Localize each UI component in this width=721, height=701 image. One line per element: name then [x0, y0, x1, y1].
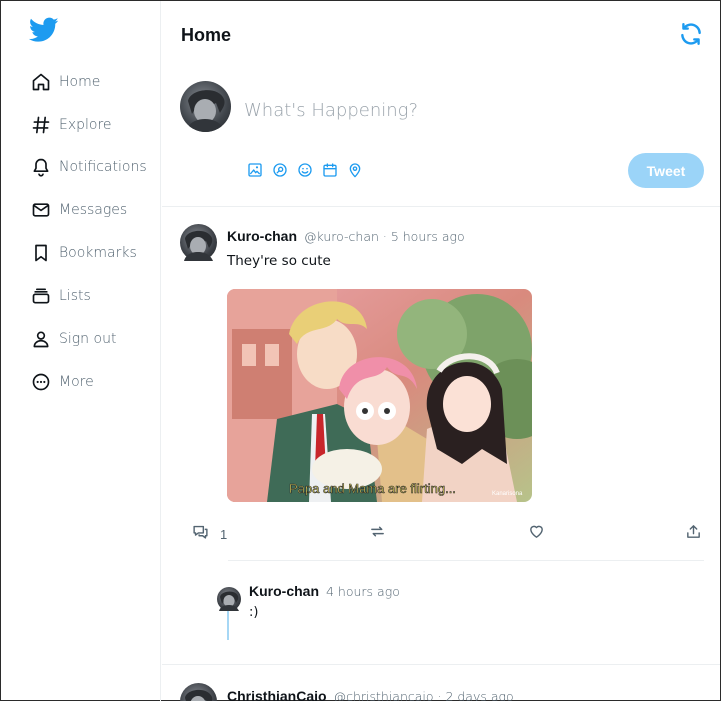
- compose-box: Tweet: [162, 71, 720, 207]
- sidebar-item-label: Lists: [59, 288, 91, 304]
- location-icon[interactable]: [347, 162, 363, 178]
- reply-author-name[interactable]: Kuro-chan: [249, 583, 319, 599]
- author-handle-time: @christhiancaio · 2 days ago: [333, 689, 514, 701]
- thread-line: [227, 607, 229, 640]
- home-icon: [31, 72, 51, 92]
- tweet-button[interactable]: Tweet: [628, 153, 704, 188]
- avatar[interactable]: [180, 224, 217, 261]
- refresh-icon[interactable]: [678, 21, 704, 47]
- hashtag-icon: [31, 115, 51, 135]
- tweet[interactable]: Kuro-chan @kuro-chan · 5 hours ago They'…: [162, 207, 720, 665]
- sidebar-item-explore[interactable]: Explore: [31, 113, 112, 137]
- image-caption: Papa and Mama are flirting...: [289, 481, 456, 496]
- avatar: [180, 81, 231, 132]
- sidebar: Home Explore Notifications Messages Book…: [1, 1, 161, 701]
- sidebar-item-label: Home: [59, 74, 101, 90]
- share-icon: [685, 523, 702, 545]
- sidebar-item-home[interactable]: Home: [31, 70, 100, 94]
- sidebar-item-label: Explore: [59, 117, 112, 133]
- compose-input[interactable]: [244, 96, 604, 124]
- user-icon: [31, 329, 51, 349]
- retweet-icon: [369, 523, 386, 545]
- sidebar-item-label: Bookmarks: [59, 245, 137, 261]
- sidebar-item-more[interactable]: More: [31, 370, 94, 394]
- gif-search-icon[interactable]: [272, 162, 288, 178]
- bookmark-icon: [31, 243, 51, 263]
- sidebar-item-bookmarks[interactable]: Bookmarks: [31, 241, 137, 265]
- tweet-text: They're so cute: [227, 253, 331, 269]
- sidebar-item-label: Messages: [59, 202, 128, 218]
- twitter-bird-icon[interactable]: [28, 17, 59, 43]
- divider: [228, 560, 704, 561]
- avatar[interactable]: [217, 587, 241, 611]
- sidebar-item-lists[interactable]: Lists: [31, 284, 91, 308]
- reply-text: :): [249, 605, 259, 620]
- emoji-icon[interactable]: [297, 162, 313, 178]
- like-button[interactable]: [528, 523, 545, 545]
- avatar[interactable]: [180, 683, 217, 701]
- mail-icon: [31, 200, 51, 220]
- retweet-button[interactable]: [369, 523, 386, 545]
- author-name[interactable]: Kuro-chan: [227, 228, 297, 244]
- main-feed: Home Tweet: [162, 1, 720, 701]
- image-watermark: Kanarisona: [492, 491, 523, 497]
- bell-icon: [31, 157, 51, 177]
- tweet-image[interactable]: Papa and Mama are flirting... Kanarisona: [227, 289, 532, 502]
- heart-icon: [528, 523, 545, 545]
- author-name[interactable]: ChristhianCaio: [227, 688, 327, 701]
- sidebar-item-sign-out[interactable]: Sign out: [31, 327, 116, 351]
- share-button[interactable]: [685, 523, 702, 545]
- header: Home: [162, 1, 720, 71]
- author-handle-time: @kuro-chan · 5 hours ago: [304, 229, 465, 244]
- compose-toolbar: [247, 162, 363, 178]
- tweet-header: Kuro-chan @kuro-chan · 5 hours ago: [227, 228, 465, 244]
- tweet-actions: 1: [192, 523, 707, 543]
- more-icon: [31, 372, 51, 392]
- sidebar-item-label: Sign out: [59, 331, 117, 347]
- sidebar-item-notifications[interactable]: Notifications: [31, 155, 147, 179]
- reply-button[interactable]: 1: [192, 523, 227, 545]
- image-icon[interactable]: [247, 162, 263, 178]
- tweet-header: ChristhianCaio @christhiancaio · 2 days …: [227, 688, 514, 701]
- schedule-icon[interactable]: [322, 162, 338, 178]
- sidebar-item-messages[interactable]: Messages: [31, 198, 127, 222]
- reply-header: Kuro-chan 4 hours ago: [249, 583, 400, 599]
- tweet[interactable]: ChristhianCaio @christhiancaio · 2 days …: [162, 666, 720, 701]
- sidebar-item-label: More: [59, 374, 94, 390]
- page-title: Home: [181, 25, 232, 45]
- sidebar-item-label: Notifications: [59, 159, 147, 175]
- reply-count: 1: [220, 526, 228, 542]
- lists-icon: [31, 286, 51, 306]
- reply-time: 4 hours ago: [326, 584, 400, 599]
- comment-icon: [192, 523, 209, 545]
